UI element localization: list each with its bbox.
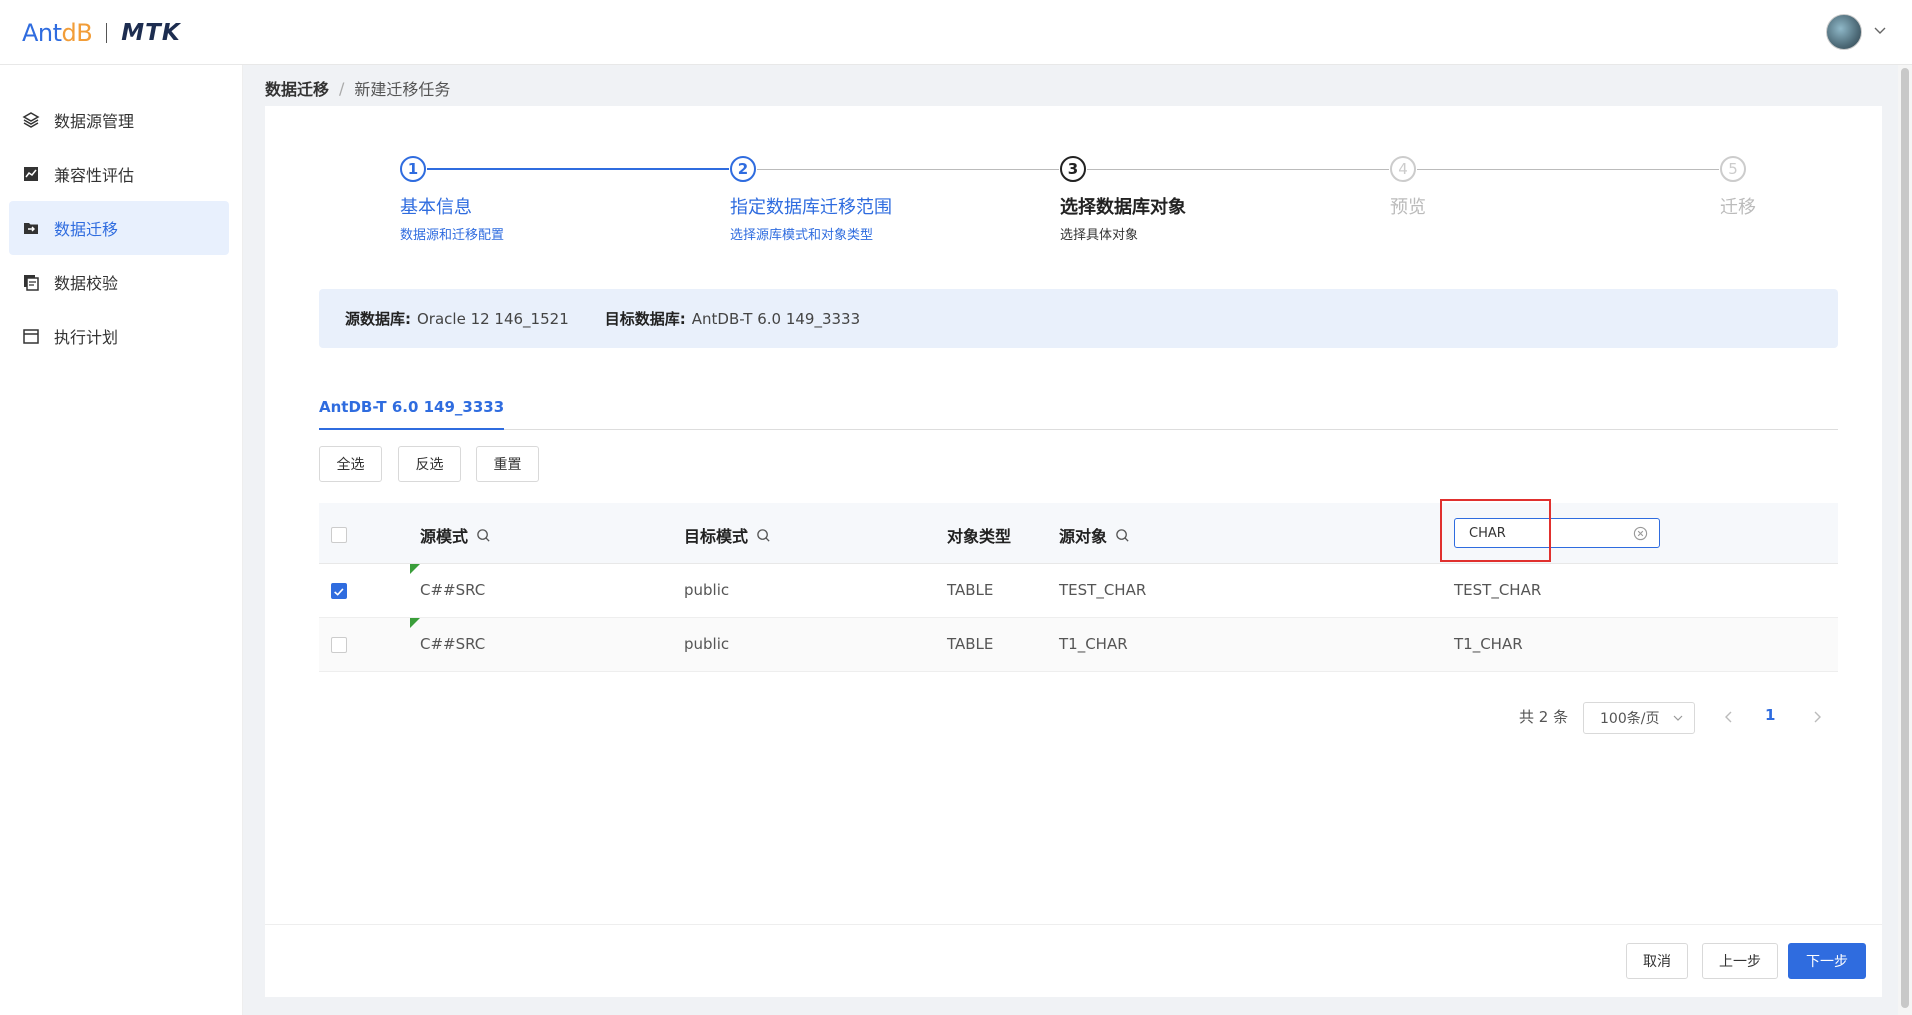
sidebar-item-label: 兼容性评估 (54, 166, 135, 185)
page-size-value: 100条/页 (1600, 711, 1660, 727)
changed-flag-icon (410, 618, 420, 628)
step-5-circle: 5 (1720, 156, 1746, 182)
row-checkbox[interactable] (331, 637, 347, 653)
search-icon[interactable] (476, 528, 491, 543)
sidebar-item-label: 数据校验 (54, 274, 119, 293)
breadcrumb-current: 新建迁移任务 (354, 80, 451, 99)
sidebar-item-label: 数据迁移 (54, 220, 119, 239)
search-icon[interactable] (1115, 528, 1130, 543)
sidebar: 数据源管理 兼容性评估 数据迁移 数据校验 执行计划 (0, 65, 243, 1015)
copy-icon (24, 275, 39, 291)
app-logo[interactable]: AntdB MTK (22, 18, 181, 48)
logo-divider (106, 23, 108, 43)
cell-type: TABLE (947, 581, 994, 599)
folder-arrow-icon (24, 223, 38, 234)
step-1-circle: 1 (400, 156, 426, 182)
breadcrumb-separator: / (339, 78, 345, 98)
sidebar-item-label: 执行计划 (54, 328, 119, 347)
page-number[interactable]: 1 (1765, 706, 1775, 724)
db-info-bar: 源数据库: Oracle 12 146_1521 目标数据库: AntDB-T … (319, 289, 1838, 348)
next-step-button[interactable]: 下一步 (1788, 943, 1866, 979)
source-db-label: 源数据库: (345, 310, 411, 328)
tab-bar: AntDB-T 6.0 149_3333 (319, 398, 1838, 430)
step-4-title: 预览 (1390, 197, 1426, 218)
chevron-down-icon[interactable] (1872, 22, 1888, 38)
changed-flag-icon (410, 564, 420, 574)
step-3-desc: 选择具体对象 (1060, 228, 1139, 243)
cell-type: TABLE (947, 635, 994, 653)
step-connector (1087, 169, 1389, 170)
target-db-label: 目标数据库: (604, 310, 686, 328)
sidebar-item-compat[interactable]: 兼容性评估 (9, 147, 229, 201)
chevron-down-icon (1673, 715, 1683, 721)
table-row[interactable]: C##SRC public TABLE TEST_CHAR TEST_CHAR (319, 564, 1838, 618)
layers-icon (22, 112, 40, 128)
column-tgt-schema: 目标模式 (684, 523, 771, 547)
prev-step-button[interactable]: 上一步 (1702, 943, 1778, 979)
next-page-icon[interactable] (1810, 709, 1824, 725)
scrollbar-thumb[interactable] (1901, 68, 1909, 1008)
target-db-value: AntDB-T 6.0 149_3333 (691, 309, 861, 328)
invert-selection-button[interactable]: 反选 (398, 446, 461, 482)
column-src-object: 源对象 (1059, 523, 1130, 547)
cell-src-object: T1_CHAR (1059, 635, 1128, 653)
cell-src-schema: C##SRC (420, 635, 486, 653)
step-connector (1417, 169, 1719, 170)
step-3-circle: 3 (1060, 156, 1086, 182)
search-icon[interactable] (756, 528, 771, 543)
row-checkbox[interactable] (331, 583, 347, 599)
cell-src-object: TEST_CHAR (1059, 581, 1147, 599)
total-count: 共 2 条 (1519, 708, 1569, 726)
chart-icon (24, 167, 38, 181)
page-size-select[interactable]: 100条/页 (1583, 702, 1695, 734)
breadcrumb: 数据迁移 / 新建迁移任务 (265, 76, 450, 100)
sidebar-item-datasource[interactable]: 数据源管理 (9, 93, 229, 147)
sidebar-item-label: 数据源管理 (54, 112, 135, 131)
sidebar-item-validation[interactable]: 数据校验 (9, 255, 229, 309)
step-2-desc: 选择源库模式和对象类型 (730, 228, 874, 243)
step-connector (757, 169, 1059, 170)
cell-tgt-schema: public (684, 581, 730, 599)
step-2-circle: 2 (730, 156, 756, 182)
select-all-button[interactable]: 全选 (319, 446, 382, 482)
cell-tgt-schema: public (684, 635, 730, 653)
sidebar-item-migration[interactable]: 数据迁移 (9, 201, 229, 255)
column-object-type: 对象类型 (947, 527, 1012, 546)
cell-src-schema: C##SRC (420, 581, 486, 599)
step-1-desc: 数据源和迁移配置 (400, 228, 505, 243)
check-icon (334, 588, 344, 596)
logo-brand: AntdB (22, 19, 93, 47)
logo-product: MTK (121, 20, 181, 46)
step-1-title: 基本信息 (400, 197, 472, 218)
sidebar-item-plan[interactable]: 执行计划 (9, 309, 229, 363)
highlight-box (1440, 499, 1551, 562)
step-connector (427, 168, 729, 170)
tab-antdb[interactable]: AntDB-T 6.0 149_3333 (319, 398, 505, 430)
user-avatar[interactable] (1826, 14, 1862, 50)
select-all-checkbox[interactable] (331, 527, 347, 543)
column-src-schema: 源模式 (420, 523, 491, 547)
cancel-button[interactable]: 取消 (1626, 943, 1688, 979)
breadcrumb-parent[interactable]: 数据迁移 (265, 76, 329, 100)
calendar-icon (23, 329, 39, 344)
table-row[interactable]: C##SRC public TABLE T1_CHAR T1_CHAR (319, 618, 1838, 672)
prev-page-icon[interactable] (1722, 709, 1736, 725)
reset-button[interactable]: 重置 (476, 446, 539, 482)
step-5-title: 迁移 (1720, 197, 1756, 218)
top-header: AntdB MTK (0, 0, 1912, 65)
cell-tgt-object: TEST_CHAR (1454, 581, 1542, 599)
step-4-circle: 4 (1390, 156, 1416, 182)
source-db-value: Oracle 12 146_1521 (417, 309, 569, 328)
clear-icon[interactable] (1633, 526, 1648, 541)
step-3-title: 选择数据库对象 (1060, 197, 1186, 218)
cell-tgt-object: T1_CHAR (1454, 635, 1523, 653)
step-2-title: 指定数据库迁移范围 (730, 197, 892, 218)
